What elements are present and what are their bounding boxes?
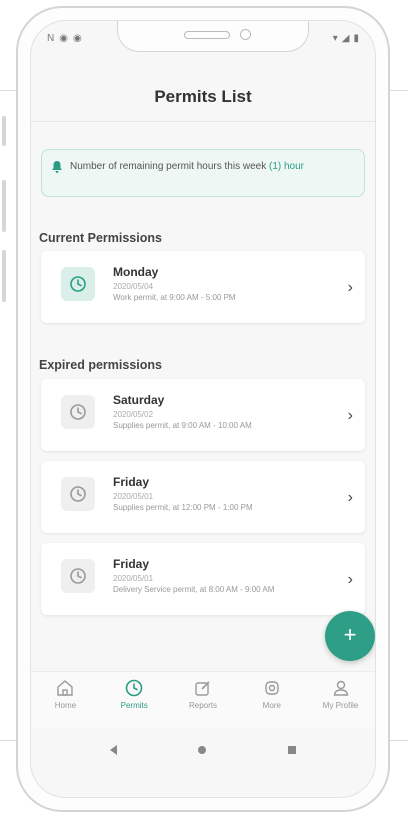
permit-description: Supplies permit, at 9:00 AM - 10:00 AM xyxy=(113,421,252,430)
permit-card-body: Friday 2020/05/01 Delivery Service permi… xyxy=(113,557,342,595)
screen: N ◉ ◉ ▾ ◢ ▮ Permits List Number of remai… xyxy=(30,20,376,798)
nav-label-more: More xyxy=(262,701,281,710)
status-circle-icon: ◉ xyxy=(59,33,68,44)
banner-hours-highlight: (1) hour xyxy=(268,161,304,172)
camera-notch xyxy=(117,21,309,52)
permit-day: Friday xyxy=(113,475,150,489)
status-left: N ◉ ◉ xyxy=(47,33,82,44)
permit-card[interactable]: Saturday 2020/05/02 Supplies permit, at … xyxy=(41,379,365,451)
home-icon xyxy=(57,680,74,696)
guide-line xyxy=(0,90,16,91)
chevron-right-icon: › xyxy=(347,571,353,588)
status-bar: N ◉ ◉ ▾ ◢ ▮ xyxy=(31,21,375,61)
edit-icon xyxy=(195,681,210,696)
phone-side-button xyxy=(2,250,6,302)
permit-card[interactable]: Friday 2020/05/01 Supplies permit, at 12… xyxy=(41,461,365,533)
bell-icon xyxy=(52,161,62,176)
user-icon xyxy=(333,680,348,696)
nav-label-home: Home xyxy=(54,701,77,710)
permit-card[interactable]: Monday 2020/05/04 Work permit, at 9:00 A… xyxy=(41,251,365,323)
permit-card-body: Friday 2020/05/01 Supplies permit, at 12… xyxy=(113,475,342,513)
chevron-right-icon: › xyxy=(347,407,353,424)
phone-side-button xyxy=(2,180,6,232)
app-header: Permits List xyxy=(31,73,375,122)
chevron-right-icon: › xyxy=(347,489,353,506)
status-right: ▾ ◢ ▮ xyxy=(333,33,359,44)
permit-description: Delivery Service permit, at 8:00 AM - 9:… xyxy=(113,585,275,594)
guide-line xyxy=(0,740,16,741)
nav-item-permits[interactable]: Permits xyxy=(100,672,169,728)
clock-icon xyxy=(61,477,95,511)
permit-date: 2020/05/01 xyxy=(113,492,154,501)
nav-item-reports[interactable]: Reports xyxy=(169,672,238,728)
nav-label-permits: Permits xyxy=(120,701,148,710)
home-circle-icon[interactable] xyxy=(198,746,207,754)
current-permissions-heading: Current Permissions xyxy=(39,231,162,245)
signal-icon: ◢ xyxy=(341,33,350,44)
system-navigation xyxy=(31,733,375,767)
clock-icon xyxy=(61,267,95,301)
nav-label-my-profile: My Profile xyxy=(322,701,359,710)
guide-line xyxy=(390,740,408,741)
speaker-icon xyxy=(184,31,230,39)
guide-line xyxy=(390,90,408,91)
clock-icon xyxy=(61,559,95,593)
phone-frame: N ◉ ◉ ▾ ◢ ▮ Permits List Number of remai… xyxy=(16,6,390,812)
chevron-right-icon: › xyxy=(347,279,353,296)
clock-icon xyxy=(125,679,143,697)
expired-permissions-heading: Expired permissions xyxy=(39,358,162,372)
permit-card-body: Monday 2020/05/04 Work permit, at 9:00 A… xyxy=(113,265,342,303)
nav-item-my-profile[interactable]: My Profile xyxy=(306,672,375,728)
wifi-icon: ▾ xyxy=(332,33,338,44)
permit-date: 2020/05/01 xyxy=(113,574,154,583)
status-circle-icon: ◉ xyxy=(72,33,82,44)
back-icon[interactable] xyxy=(109,745,117,755)
battery-icon: ▮ xyxy=(353,33,359,44)
permit-description: Work permit, at 9:00 AM - 5:00 PM xyxy=(113,293,236,302)
permit-card[interactable]: Friday 2020/05/01 Delivery Service permi… xyxy=(41,543,365,615)
nav-item-more[interactable]: More xyxy=(237,672,306,728)
page-title: Permits List xyxy=(154,87,252,106)
nav-label-reports: Reports xyxy=(188,701,217,710)
camera-icon xyxy=(240,29,251,40)
banner-message: Number of remaining permit hours this we… xyxy=(70,161,267,172)
permit-card-body: Saturday 2020/05/02 Supplies permit, at … xyxy=(113,393,342,431)
permit-day: Friday xyxy=(113,557,150,571)
recent-apps-icon[interactable] xyxy=(288,746,297,754)
remaining-hours-banner: Number of remaining permit hours this we… xyxy=(41,149,365,197)
permit-day: Monday xyxy=(113,265,159,279)
nav-item-home[interactable]: Home xyxy=(31,672,100,728)
banner-text: Number of remaining permit hours this we… xyxy=(70,160,304,173)
permit-description: Supplies permit, at 12:00 PM - 1:00 PM xyxy=(113,503,253,512)
status-carrier: N xyxy=(47,33,55,44)
more-icon xyxy=(265,681,279,695)
bottom-navigation: Home Permits Reports More My Profile xyxy=(31,671,375,728)
phone-side-button xyxy=(2,116,6,146)
permit-date: 2020/05/04 xyxy=(113,282,154,291)
add-permit-button[interactable]: + xyxy=(325,611,375,661)
permit-date: 2020/05/02 xyxy=(113,410,154,419)
permit-day: Saturday xyxy=(113,393,165,407)
clock-icon xyxy=(61,395,95,429)
